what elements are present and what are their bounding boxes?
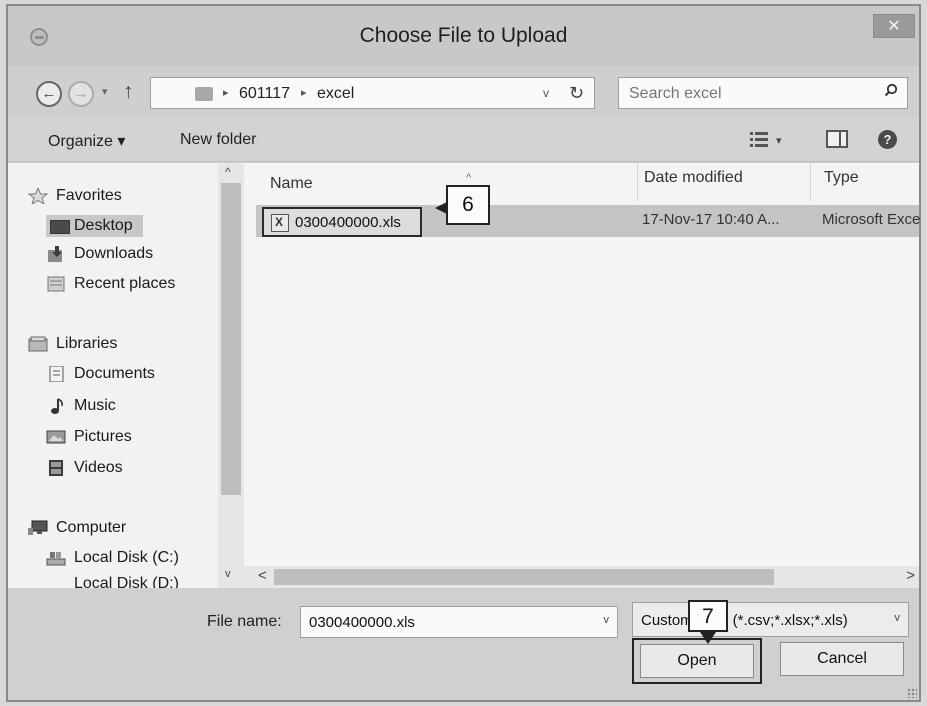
sidebar-group-computer[interactable]: Computer [28, 519, 127, 537]
breadcrumb-601117[interactable]: 601117 [239, 85, 290, 103]
star-icon [28, 188, 48, 204]
command-toolbar: Organize ▾ New folder ▾ ? [8, 118, 919, 162]
libraries-icon [28, 336, 48, 352]
sidebar-item-label: Videos [74, 459, 123, 476]
scroll-left-arrow-icon[interactable]: < [258, 567, 267, 584]
help-icon[interactable]: ? [878, 130, 897, 149]
column-divider[interactable] [637, 163, 638, 201]
sidebar-item-pictures[interactable]: Pictures [46, 428, 132, 446]
file-name-field[interactable]: 0300400000.xls v [300, 606, 618, 638]
file-row[interactable]: 0300400000.xls 17-Nov-17 10:40 A... Micr… [256, 205, 921, 237]
desktop-icon [50, 220, 70, 234]
sidebar-item-music[interactable]: Music [51, 397, 116, 415]
sidebar-item-local-disk-d[interactable]: Local Disk (D:) [74, 575, 179, 588]
scrollbar-thumb[interactable] [221, 183, 241, 495]
file-type-value: Custom Files (*.csv;*.xlsx;*.xls) [641, 612, 848, 629]
cancel-button[interactable]: Cancel [780, 642, 904, 676]
file-name: 0300400000.xls [295, 214, 401, 231]
breadcrumb-excel[interactable]: excel [317, 85, 354, 103]
file-name-cell[interactable]: 0300400000.xls [262, 207, 422, 237]
sidebar-item-recent-places[interactable]: Recent places [47, 275, 176, 293]
step-callout-7: 7 [688, 600, 728, 644]
dialog-title: Choose File to Upload [359, 24, 568, 47]
excel-file-icon [271, 214, 289, 232]
file-dialog: Choose File to Upload ✕ ← → ▾ ↑ ▸ 601117… [6, 4, 921, 702]
title-bar: Choose File to Upload ✕ [8, 6, 919, 66]
search-input[interactable] [629, 84, 869, 104]
sort-ascending-icon: ^ [466, 172, 472, 184]
refresh-button[interactable]: ↻ [569, 83, 584, 104]
recent-places-icon [47, 276, 65, 292]
sidebar-group-label: Favorites [56, 187, 122, 204]
chevron-down-icon[interactable]: v [895, 612, 901, 624]
sidebar-item-label: Desktop [74, 217, 133, 234]
view-options-icon[interactable] [750, 132, 768, 147]
close-button[interactable]: ✕ [873, 14, 915, 38]
sidebar-group-label: Computer [56, 519, 127, 536]
sidebar-group-favorites[interactable]: Favorites [28, 187, 122, 205]
computer-icon [28, 520, 48, 535]
chevron-down-icon[interactable]: v [604, 614, 610, 626]
documents-icon [49, 366, 64, 382]
open-button-highlight: Open [632, 638, 762, 684]
new-folder-button[interactable]: New folder [180, 131, 256, 149]
navigation-pane-scrollbar[interactable]: ^ v [218, 163, 244, 588]
forward-button[interactable]: → [68, 81, 94, 107]
sidebar-item-label: Local Disk (C:) [74, 549, 179, 566]
address-bar[interactable]: ▸ 601117 ▸ excel v ↻ [150, 77, 595, 109]
horizontal-scrollbar[interactable]: < > [244, 566, 919, 588]
column-divider[interactable] [810, 163, 811, 201]
scroll-right-arrow-icon[interactable]: > [906, 567, 915, 584]
chevron-right-icon[interactable]: ▸ [223, 86, 229, 99]
sidebar-item-label: Documents [74, 365, 155, 382]
search-icon[interactable] [884, 83, 898, 97]
scroll-up-arrow-icon[interactable]: ^ [225, 165, 231, 179]
disk-icon [46, 552, 66, 566]
sidebar-group-label: Libraries [56, 335, 118, 352]
sidebar-item-label: Recent places [74, 275, 176, 292]
downloads-icon [48, 246, 62, 262]
sidebar-item-label: Local Disk (D:) [74, 575, 179, 588]
sidebar-item-downloads[interactable]: Downloads [48, 245, 154, 263]
sidebar-item-label: Music [74, 397, 116, 414]
column-header-label: Name [270, 175, 313, 192]
file-list: Name ^ Date modified Type 0300400000.xls… [244, 163, 921, 588]
resize-grip-icon[interactable] [907, 688, 917, 698]
sidebar-item-label: Pictures [74, 428, 132, 445]
navigation-bar: ← → ▾ ↑ ▸ 601117 ▸ excel v ↻ [8, 66, 919, 118]
folder-icon [195, 87, 213, 101]
file-name-label: File name: [207, 613, 282, 630]
file-name-value[interactable]: 0300400000.xls [309, 614, 415, 631]
scrollbar-thumb[interactable] [274, 569, 774, 585]
recent-locations-dropdown[interactable]: ▾ [102, 85, 108, 98]
step-callout-6: 6 [435, 185, 490, 225]
pictures-icon [46, 430, 66, 444]
sidebar-item-desktop[interactable]: Desktop [46, 215, 143, 237]
file-type-select[interactable]: Custom Files (*.csv;*.xlsx;*.xls) v [632, 602, 909, 637]
dialog-footer: File name: 0300400000.xls v Custom Files… [8, 588, 919, 700]
sidebar-item-documents[interactable]: Documents [49, 365, 155, 383]
music-icon [51, 398, 63, 414]
back-button[interactable]: ← [36, 81, 62, 107]
scroll-down-arrow-icon[interactable]: v [225, 568, 231, 580]
file-date-modified: 17-Nov-17 10:40 A... [642, 211, 780, 228]
open-button[interactable]: Open [640, 644, 754, 678]
videos-icon [49, 460, 63, 476]
sidebar-group-libraries[interactable]: Libraries [28, 335, 118, 353]
sidebar-item-label: Downloads [74, 245, 154, 262]
chevron-right-icon[interactable]: ▸ [301, 86, 307, 99]
preview-pane-icon[interactable] [826, 130, 848, 148]
sidebar-item-videos[interactable]: Videos [49, 459, 123, 477]
sidebar-item-local-disk-c[interactable]: Local Disk (C:) [46, 549, 179, 567]
search-box[interactable] [618, 77, 908, 109]
address-dropdown-button[interactable]: v [543, 86, 549, 100]
up-folder-button[interactable]: ↑ [123, 80, 134, 104]
navigation-pane: Favorites Desktop Downloads Recent place… [8, 163, 244, 588]
organize-button[interactable]: Organize ▾ [48, 131, 125, 151]
view-dropdown-button[interactable]: ▾ [776, 134, 782, 147]
file-type: Microsoft Exce [822, 211, 921, 228]
